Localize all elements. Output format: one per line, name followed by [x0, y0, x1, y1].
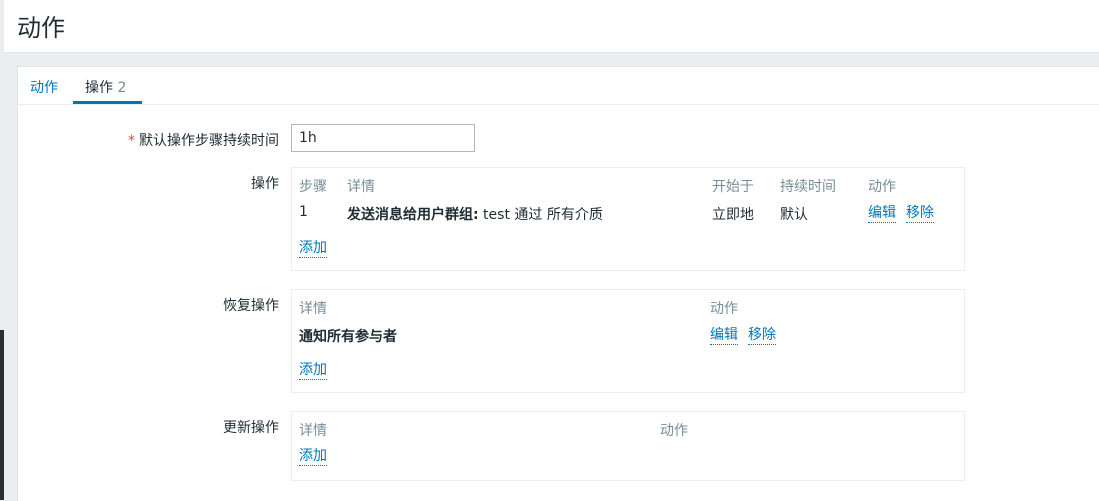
- active-tab-indicator: [73, 101, 142, 104]
- header-details: 详情: [347, 179, 375, 195]
- tab-operations[interactable]: 操作 2: [85, 77, 126, 97]
- operations-table: 步骤 详情 开始于 持续时间 动作 1 发送消息给用户群组: test 通过 所…: [291, 167, 965, 271]
- header-action: 动作: [868, 179, 896, 195]
- operation-remove-link[interactable]: 移除: [906, 205, 934, 223]
- form-container: 动作 操作 2 * 默认操作步骤持续时间 1h 操作 步骤 详情 开始于 持续时间…: [17, 66, 1099, 501]
- recovery-operations-label: 恢复操作: [223, 298, 279, 314]
- update-header-action: 动作: [660, 423, 688, 439]
- tab-operations-label: 操作: [85, 80, 113, 96]
- operation-start-in: 立即地: [712, 207, 754, 223]
- tab-action[interactable]: 动作: [30, 77, 58, 97]
- operation-details: 发送消息给用户群组: test 通过 所有介质: [347, 204, 603, 224]
- recovery-operation-details: 通知所有参与者: [299, 329, 397, 345]
- recovery-operations-table: 详情 动作 通知所有参与者 编辑 移除 添加: [291, 289, 965, 393]
- header-start-in: 开始于: [712, 179, 754, 195]
- header-step: 步骤: [299, 179, 327, 195]
- default-step-duration-input[interactable]: 1h: [291, 124, 475, 152]
- left-edge: [0, 0, 4, 500]
- tab-bar: 动作 操作 2: [18, 67, 1099, 105]
- update-operations-table: 详情 动作 添加: [291, 411, 965, 481]
- operations-label: 操作: [251, 176, 279, 192]
- operation-step: 1: [299, 204, 308, 220]
- page-header: 动作: [4, 0, 1099, 53]
- recovery-add-link[interactable]: 添加: [299, 362, 327, 380]
- operation-details-type: 发送消息给用户群组:: [347, 207, 479, 223]
- header-duration: 持续时间: [780, 179, 836, 195]
- operation-details-text: test 通过 所有介质: [478, 207, 603, 223]
- operation-duration: 默认: [780, 207, 808, 223]
- required-mark: *: [128, 133, 135, 149]
- default-step-duration-label: * 默认操作步骤持续时间: [128, 130, 279, 150]
- recovery-edit-link[interactable]: 编辑: [710, 327, 738, 345]
- recovery-header-details: 详情: [299, 301, 327, 317]
- update-add-link[interactable]: 添加: [299, 448, 327, 466]
- update-header-details: 详情: [299, 423, 327, 439]
- sidebar-edge: [0, 330, 4, 500]
- tab-operations-count: 2: [117, 80, 127, 96]
- default-step-duration-label-text: 默认操作步骤持续时间: [139, 133, 279, 149]
- recovery-header-action: 动作: [710, 301, 738, 317]
- operation-edit-link[interactable]: 编辑: [868, 205, 896, 223]
- recovery-remove-link[interactable]: 移除: [748, 327, 776, 345]
- update-operations-label: 更新操作: [223, 420, 279, 436]
- operations-add-link[interactable]: 添加: [299, 240, 327, 258]
- page-title: 动作: [17, 14, 65, 42]
